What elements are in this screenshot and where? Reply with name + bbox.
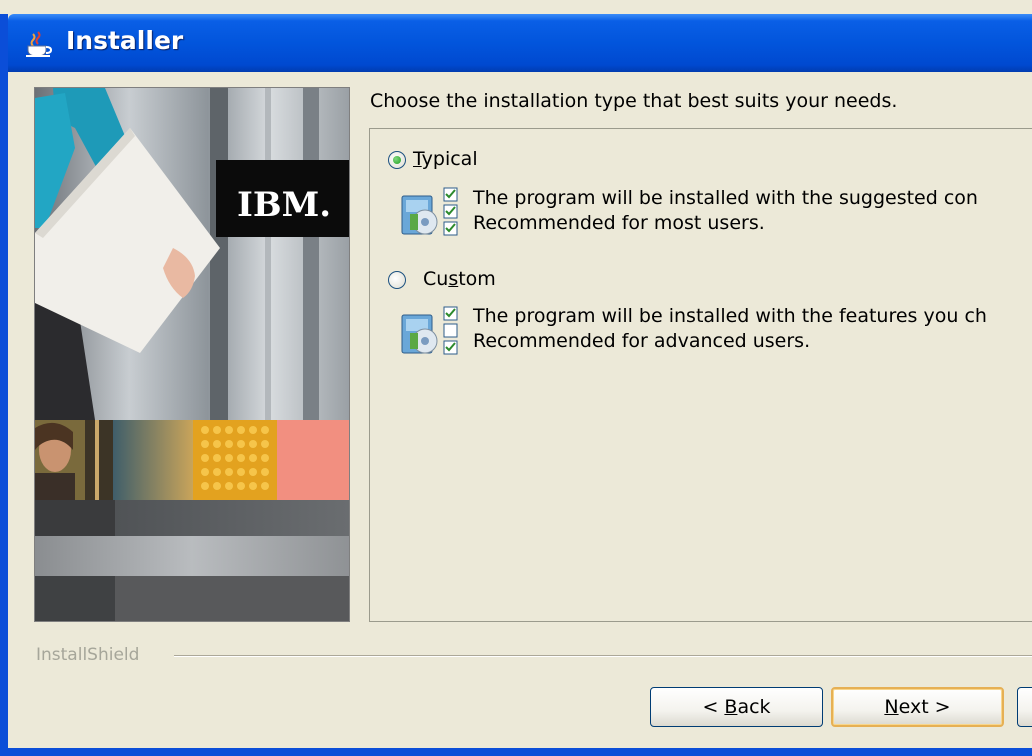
custom-description-line2: Recommended for advanced users.: [473, 330, 811, 352]
next-label-rest: ext >: [898, 696, 951, 718]
typical-description-line2: Recommended for most users.: [473, 212, 765, 234]
custom-label-rest: tom: [458, 268, 496, 290]
footer-divider: [174, 655, 1032, 657]
next-button[interactable]: Next >: [831, 687, 1004, 727]
custom-description: The program will be installed with the f…: [473, 304, 987, 354]
window-title: Installer: [66, 26, 184, 55]
java-cup-icon: [26, 31, 53, 57]
window-frame-left: [0, 14, 8, 756]
banner-illustration: IBM.: [35, 88, 349, 621]
installer-components-icon: [401, 187, 458, 236]
back-prefix: <: [702, 696, 725, 718]
typical-radio[interactable]: [388, 151, 406, 169]
window-frame-bottom: [0, 748, 1032, 756]
custom-description-line1: The program will be installed with the f…: [473, 305, 987, 327]
install-type-prompt: Choose the installation type that best s…: [370, 90, 898, 112]
typical-label-rest: ypical: [421, 148, 478, 170]
back-button[interactable]: < Back: [650, 687, 823, 727]
custom-label[interactable]: Custom: [423, 268, 496, 290]
custom-accelerator: s: [448, 268, 459, 290]
cancel-button-partial[interactable]: [1017, 687, 1032, 727]
title-bar[interactable]: Installer: [8, 14, 1032, 72]
typical-description: The program will be installed with the s…: [473, 186, 978, 236]
installer-window: Installer IBM. Choose the installation t…: [0, 0, 1032, 756]
ibm-banner-image: IBM.: [34, 87, 350, 622]
typical-label[interactable]: Typical: [413, 148, 478, 170]
installshield-brand: InstallShield: [36, 645, 140, 665]
next-accelerator: N: [884, 696, 899, 718]
installer-components-icon: [401, 306, 458, 355]
back-accelerator: B: [724, 696, 738, 718]
custom-radio[interactable]: [388, 271, 406, 289]
back-label-rest: ack: [737, 696, 771, 718]
ibm-logo: IBM.: [237, 185, 331, 225]
typical-description-line1: The program will be installed with the s…: [473, 187, 978, 209]
typical-accelerator: T: [413, 148, 422, 170]
custom-label-pre: Cu: [423, 268, 449, 290]
